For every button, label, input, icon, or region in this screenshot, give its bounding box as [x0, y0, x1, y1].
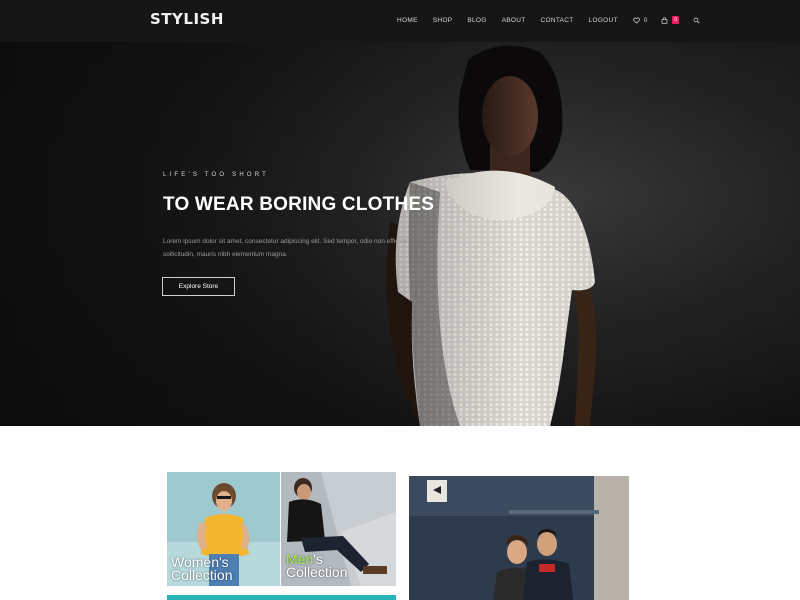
mens-collection-label: Men's Collection [286, 552, 348, 580]
collection-tile-partial[interactable] [167, 595, 396, 600]
main-nav: HOME SHOP BLOG ABOUT CONTACT LOGOUT 0 0 [397, 16, 718, 24]
hero-eyebrow: LIFE'S TOO SHORT [163, 172, 270, 178]
cart-count-badge: 0 [672, 16, 680, 24]
wishlist-link[interactable]: 0 [633, 16, 648, 24]
nav-blog[interactable]: BLOG [467, 17, 486, 24]
featured-couple-tile[interactable] [409, 476, 629, 600]
search-icon [693, 17, 700, 24]
heart-icon [633, 17, 640, 24]
hero-headline: TO WEAR BORING CLOTHES [163, 194, 435, 215]
explore-store-button[interactable]: Explore Store [162, 277, 235, 296]
bag-icon [662, 16, 668, 24]
site-logo[interactable]: STYLISH [150, 10, 224, 28]
womens-collection-tile[interactable]: Women's Collection [167, 472, 280, 586]
hero-overlay [0, 42, 800, 426]
nav-contact[interactable]: CONTACT [541, 17, 574, 24]
nav-shop[interactable]: SHOP [433, 17, 453, 24]
mens-collection-tile[interactable]: Men's Collection [281, 472, 396, 586]
nav-home[interactable]: HOME [397, 17, 418, 24]
womens-label-line2: Collection [171, 567, 233, 583]
womens-collection-label: Women's Collection [171, 555, 233, 583]
nav-about[interactable]: ABOUT [502, 17, 526, 24]
site-header: STYLISH HOME SHOP BLOG ABOUT CONTACT LOG… [0, 0, 800, 42]
hero-description: Lorem ipsum dolor sit amet, consectetur … [163, 238, 408, 258]
nav-logout[interactable]: LOGOUT [589, 17, 618, 24]
cart-link[interactable]: 0 [661, 16, 680, 24]
couple-photo-image [409, 476, 629, 600]
search-button[interactable] [693, 17, 704, 24]
wishlist-count: 0 [643, 16, 648, 24]
mens-label-line2: Collection [286, 564, 348, 580]
hero-banner: LIFE'S TOO SHORT TO WEAR BORING CLOTHES … [0, 42, 800, 426]
